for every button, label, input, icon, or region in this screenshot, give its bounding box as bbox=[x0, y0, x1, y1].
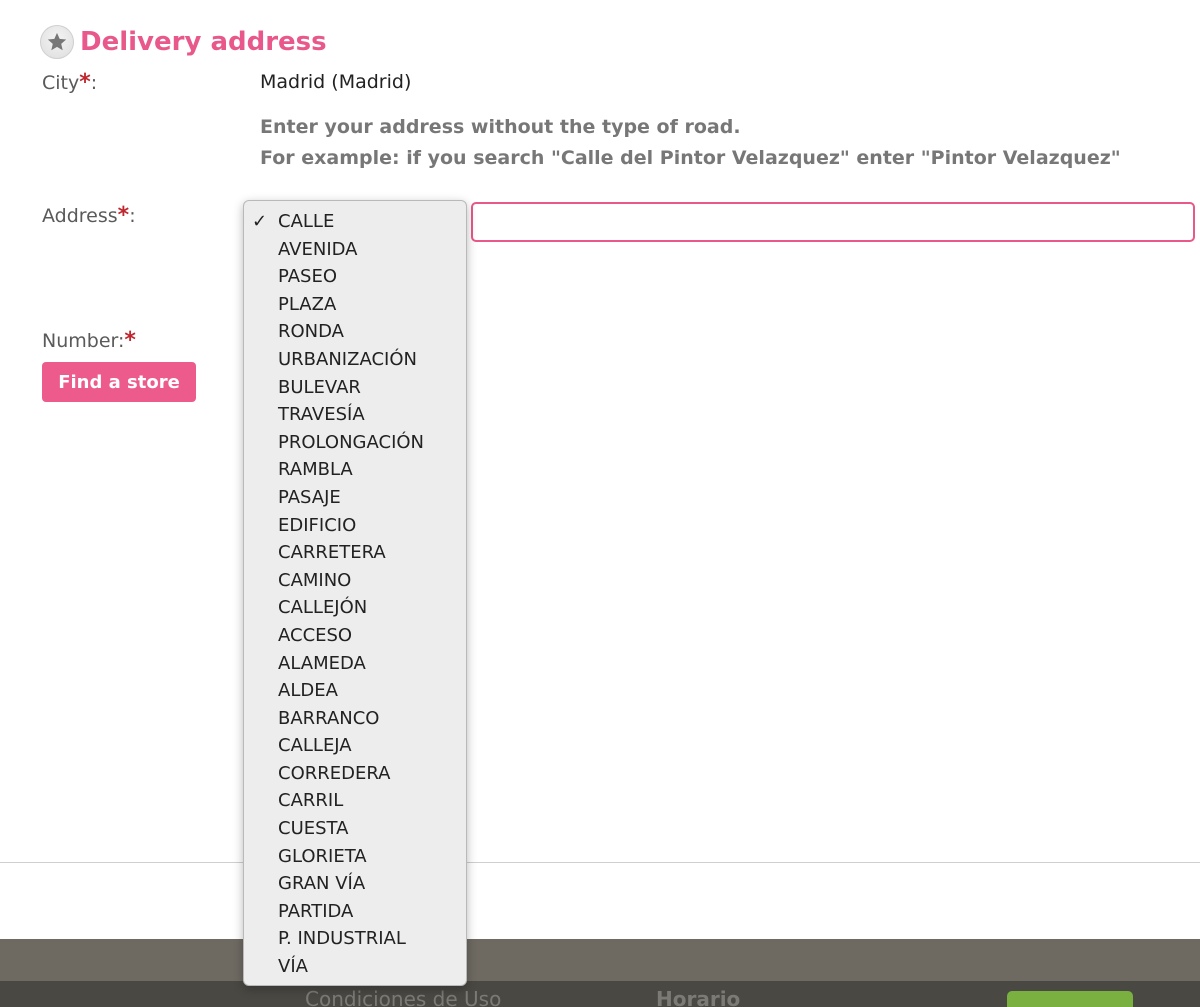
address-hint-line1: Enter your address without the type of r… bbox=[260, 116, 741, 138]
road-type-option-label: CARRETERA bbox=[278, 542, 386, 564]
road-type-option-label: BULEVAR bbox=[278, 376, 361, 398]
address-label: Address*: bbox=[42, 203, 136, 228]
road-type-option-label: GRAN VÍA bbox=[278, 873, 366, 895]
road-type-option-label: CALLE bbox=[278, 211, 335, 232]
road-type-option-label: TRAVESÍA bbox=[278, 404, 365, 426]
road-type-option[interactable]: CARRIL bbox=[244, 787, 466, 815]
required-asterisk: * bbox=[124, 328, 136, 353]
address-hint-line2: For example: if you search "Calle del Pi… bbox=[260, 147, 1121, 169]
road-type-option-label: AVENIDA bbox=[278, 238, 358, 260]
road-type-option-label: PASAJE bbox=[278, 486, 341, 508]
required-asterisk: * bbox=[79, 70, 91, 95]
road-type-option-label: RONDA bbox=[278, 321, 344, 343]
content-divider bbox=[0, 862, 1200, 863]
road-type-option-label: ALDEA bbox=[278, 680, 338, 702]
footer-bar: Condiciones de Uso Horario bbox=[0, 981, 1200, 1007]
road-type-option[interactable]: CALLEJA bbox=[244, 732, 466, 760]
road-type-option[interactable]: BULEVAR bbox=[244, 374, 466, 402]
road-type-option-label: CARRIL bbox=[278, 790, 344, 812]
road-type-option[interactable]: RONDA bbox=[244, 318, 466, 346]
road-type-option[interactable]: ALAMEDA bbox=[244, 650, 466, 678]
road-type-option[interactable]: PASAJE bbox=[244, 484, 466, 512]
road-type-option-label: PARTIDA bbox=[278, 900, 354, 922]
road-type-option[interactable]: RAMBLA bbox=[244, 456, 466, 484]
road-type-option[interactable]: CUESTA bbox=[244, 815, 466, 843]
road-type-option[interactable]: CALLEJÓN bbox=[244, 594, 466, 622]
city-value: Madrid (Madrid) bbox=[260, 71, 412, 93]
road-type-option-label: GLORIETA bbox=[278, 845, 367, 867]
road-type-option[interactable]: P. INDUSTRIAL bbox=[244, 925, 466, 953]
road-type-option[interactable]: TRAVESÍA bbox=[244, 401, 466, 429]
address-input[interactable] bbox=[471, 202, 1195, 242]
road-type-option-label: PROLONGACIÓN bbox=[278, 431, 425, 453]
road-type-option-label: URBANIZACIÓN bbox=[278, 348, 417, 370]
road-type-option[interactable]: CAMINO bbox=[244, 567, 466, 595]
footer-action-button[interactable] bbox=[1007, 991, 1133, 1007]
checkmark-icon: ✓ bbox=[252, 211, 268, 232]
road-type-option-label: PLAZA bbox=[278, 293, 337, 315]
road-type-option-label: P. INDUSTRIAL bbox=[278, 928, 406, 950]
delivery-address-header: Delivery address bbox=[40, 24, 327, 60]
road-type-option-label: CUESTA bbox=[278, 818, 349, 840]
road-type-option[interactable]: PASEO bbox=[244, 263, 466, 291]
road-type-option-label: CALLEJA bbox=[278, 735, 352, 757]
find-store-button[interactable]: Find a store bbox=[42, 362, 196, 402]
road-type-option[interactable]: ✓ CALLE bbox=[244, 208, 466, 236]
road-type-option[interactable]: URBANIZACIÓN bbox=[244, 346, 466, 374]
road-type-option[interactable]: PARTIDA bbox=[244, 898, 466, 926]
road-type-option[interactable]: GLORIETA bbox=[244, 843, 466, 871]
label-colon: : bbox=[129, 205, 136, 227]
road-type-dropdown[interactable]: ✓ CALLE AVENIDA PASEO PLAZA RONDA URBANIZACIÓN… bbox=[243, 200, 467, 986]
label-colon: : bbox=[90, 72, 98, 94]
road-type-option[interactable]: CORREDERA bbox=[244, 760, 466, 788]
road-type-option[interactable]: PLAZA bbox=[244, 291, 466, 319]
road-type-option-label: CAMINO bbox=[278, 569, 352, 591]
number-label: Number:* bbox=[42, 328, 136, 353]
road-type-option-label: ALAMEDA bbox=[278, 652, 366, 674]
road-type-option-label: ACCESO bbox=[278, 624, 353, 646]
footer-link-schedule[interactable]: Horario bbox=[656, 987, 740, 1007]
road-type-option[interactable]: ACCESO bbox=[244, 622, 466, 650]
road-type-option-label: RAMBLA bbox=[278, 459, 353, 481]
road-type-option-label: EDIFICIO bbox=[278, 514, 357, 536]
road-type-option[interactable]: PROLONGACIÓN bbox=[244, 429, 466, 457]
road-type-option[interactable]: EDIFICIO bbox=[244, 512, 466, 540]
road-type-option[interactable]: VÍA bbox=[244, 953, 466, 981]
city-label-text: City bbox=[42, 72, 80, 94]
section-title: Delivery address bbox=[80, 27, 327, 57]
star-icon bbox=[40, 25, 74, 59]
city-label: City*: bbox=[42, 70, 97, 95]
number-label-text: Number: bbox=[42, 330, 125, 352]
road-type-option-label: VÍA bbox=[278, 956, 308, 978]
footer-band bbox=[0, 939, 1200, 981]
road-type-option[interactable]: ALDEA bbox=[244, 677, 466, 705]
road-type-option[interactable]: CARRETERA bbox=[244, 539, 466, 567]
road-type-option[interactable]: AVENIDA bbox=[244, 236, 466, 264]
road-type-option[interactable]: BARRANCO bbox=[244, 705, 466, 733]
footer-link-conditions[interactable]: Condiciones de Uso bbox=[305, 987, 501, 1007]
road-type-option-label: PASEO bbox=[278, 266, 337, 288]
address-label-text: Address bbox=[42, 205, 118, 227]
road-type-option-label: BARRANCO bbox=[278, 707, 380, 729]
road-type-option-label: CORREDERA bbox=[278, 762, 391, 784]
required-asterisk: * bbox=[117, 203, 130, 228]
road-type-option[interactable]: GRAN VÍA bbox=[244, 870, 466, 898]
road-type-option-label: CALLEJÓN bbox=[278, 597, 368, 619]
